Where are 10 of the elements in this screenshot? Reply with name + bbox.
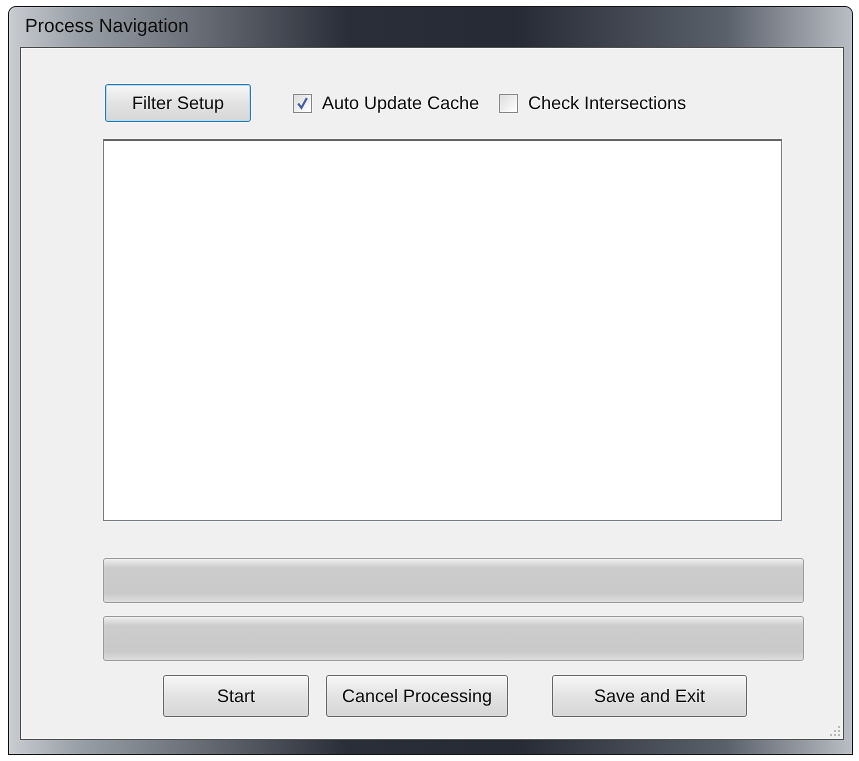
resize-grip-icon[interactable] [829,725,841,737]
checkbox[interactable] [293,94,312,112]
dialog-button[interactable]: Save and Exit [552,675,747,717]
checkbox-label[interactable]: Auto Update Cache [322,92,480,114]
filter-setup-button[interactable]: Filter Setup [105,84,251,122]
window-title: Process Navigation [25,16,189,38]
checkbox[interactable] [499,94,518,112]
dialog-button[interactable]: Cancel Processing [326,675,508,717]
dialog-button[interactable]: Start [163,675,309,717]
checkbox-label[interactable]: Check Intersections [528,92,686,114]
